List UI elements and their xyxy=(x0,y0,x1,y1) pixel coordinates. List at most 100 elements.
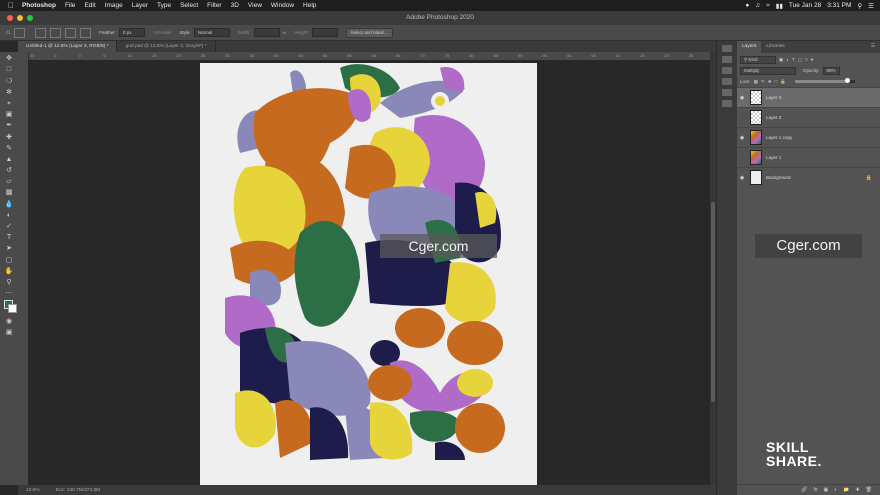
lasso-tool-icon[interactable]: ❍ xyxy=(3,77,15,86)
scrollbar-thumb[interactable] xyxy=(711,202,715,402)
filter-shape-icon[interactable]: ▢ xyxy=(798,57,802,63)
path-select-tool-icon[interactable]: ➤ xyxy=(3,244,15,253)
layer-name[interactable]: Layer 2 xyxy=(766,115,781,120)
tab-libraries[interactable]: Libraries xyxy=(761,41,789,53)
layer-name[interactable]: Layer 1 xyxy=(766,155,781,160)
home-icon[interactable]: ⌂ xyxy=(6,29,10,36)
layer-row-layer-3[interactable]: ◉ Layer 3 xyxy=(737,87,880,107)
menu-app[interactable]: Photoshop xyxy=(22,2,56,9)
add-selection-icon[interactable] xyxy=(50,27,62,38)
filter-pixel-icon[interactable]: ▣ xyxy=(779,57,783,63)
blur-tool-icon[interactable]: 💧 xyxy=(3,200,15,209)
delete-layer-icon[interactable]: 🗑 xyxy=(866,487,872,493)
eyedropper-tool-icon[interactable]: ✒ xyxy=(3,121,15,130)
brush-tool-icon[interactable]: ✎ xyxy=(3,144,15,153)
lock-transparency-icon[interactable]: ▩ xyxy=(754,79,758,85)
menu-type[interactable]: Type xyxy=(157,2,171,9)
visibility-eye-icon[interactable]: ◉ xyxy=(737,175,747,181)
menubar-time[interactable]: 3:31 PM xyxy=(827,2,851,9)
quick-select-tool-icon[interactable]: ✻ xyxy=(3,88,15,97)
battery-icon[interactable]: ▮▮ xyxy=(776,2,783,10)
opacity-slider[interactable] xyxy=(794,78,855,83)
menu-select[interactable]: Select xyxy=(180,2,198,9)
history-icon[interactable] xyxy=(722,45,732,52)
frame-tool-icon[interactable]: ▣ xyxy=(3,110,15,119)
fx-icon[interactable]: fx xyxy=(814,487,818,493)
eraser-tool-icon[interactable]: ▱ xyxy=(3,177,15,186)
menu-file[interactable]: File xyxy=(65,2,75,9)
color-swatches[interactable] xyxy=(3,300,17,314)
pen-tool-icon[interactable]: ✓ xyxy=(3,222,15,231)
properties-icon[interactable] xyxy=(722,56,732,63)
filter-type-icon[interactable]: T xyxy=(792,57,795,62)
link-layers-icon[interactable]: 🔗 xyxy=(801,487,807,493)
lock-all-icon[interactable]: 🔒 xyxy=(780,79,786,85)
width-input[interactable] xyxy=(253,28,280,37)
blend-mode-select[interactable]: Multiply xyxy=(740,66,796,75)
opacity-slider-knob[interactable] xyxy=(844,78,850,83)
panel-menu-icon[interactable]: ☰ xyxy=(871,41,880,53)
menu-window[interactable]: Window xyxy=(271,2,294,9)
menu-edit[interactable]: Edit xyxy=(84,2,95,9)
layer-name[interactable]: Background xyxy=(766,175,791,180)
new-layer-icon[interactable]: ✚ xyxy=(855,487,859,493)
select-and-mask-button[interactable]: Select and Mask... xyxy=(345,27,393,38)
add-mask-icon[interactable]: ▣ xyxy=(823,487,828,493)
type-tool-icon[interactable]: T xyxy=(3,233,15,242)
record-icon[interactable]: ● xyxy=(745,2,749,9)
dodge-tool-icon[interactable]: ◐ xyxy=(3,211,15,220)
filter-toggle-icon[interactable]: ● xyxy=(811,57,814,62)
menu-3d[interactable]: 3D xyxy=(231,2,239,9)
marquee-tool-preset[interactable] xyxy=(14,27,26,38)
menu-image[interactable]: Image xyxy=(105,2,123,9)
shape-tool-icon[interactable]: ▢ xyxy=(3,256,15,265)
screen-mode-icon[interactable]: ▣ xyxy=(3,328,15,337)
opacity-input[interactable]: 89% xyxy=(822,66,840,75)
filter-smart-icon[interactable]: □ xyxy=(805,57,808,62)
adjustments-icon[interactable] xyxy=(722,67,732,74)
document-canvas[interactable] xyxy=(200,63,537,487)
menu-view[interactable]: View xyxy=(248,2,262,9)
notification-icon[interactable]: ☰ xyxy=(868,2,874,10)
move-tool-icon[interactable]: ✥ xyxy=(3,54,15,63)
adjustment-layer-icon[interactable]: ◐ xyxy=(834,487,837,493)
menu-layer[interactable]: Layer xyxy=(132,2,148,9)
swap-icon[interactable]: ⇄ xyxy=(283,30,287,36)
style-select[interactable]: Normal xyxy=(193,28,230,37)
layer-row-layer-2[interactable]: Layer 2 xyxy=(737,107,880,127)
wifi-icon[interactable]: ≈ xyxy=(766,2,770,9)
layer-row-layer-1[interactable]: Layer 1 xyxy=(737,147,880,167)
brushes-icon[interactable] xyxy=(722,89,732,96)
tab-untitled-1[interactable]: Untitled-1 @ 12.5% (Layer 3, RGB/8) * xyxy=(18,41,118,52)
tab-graf[interactable]: graf.psd @ 12.5% (Layer 2, Gray/8*) * xyxy=(117,41,216,52)
layer-name[interactable]: Layer 1 copy xyxy=(766,135,792,140)
filter-adjust-icon[interactable]: ◐ xyxy=(786,57,789,62)
swatches-icon[interactable] xyxy=(722,78,732,85)
layer-row-background[interactable]: ◉ Background 🔒 xyxy=(737,167,880,187)
stamp-tool-icon[interactable]: ▲ xyxy=(3,155,15,164)
layer-row-layer-1-copy[interactable]: ◉ Layer 1 copy xyxy=(737,127,880,147)
gradient-tool-icon[interactable]: ▩ xyxy=(3,188,15,197)
subtract-selection-icon[interactable] xyxy=(65,27,77,38)
more-tools-icon[interactable]: ⋯ xyxy=(3,289,15,298)
healing-tool-icon[interactable]: ✚ xyxy=(3,133,15,142)
zoom-tool-icon[interactable]: ⚲ xyxy=(3,278,15,287)
layer-name[interactable]: Layer 3 xyxy=(766,95,781,100)
antialias-label[interactable]: Anti-alias xyxy=(153,30,172,35)
quick-mask-icon[interactable]: ◉ xyxy=(3,317,15,326)
background-color[interactable] xyxy=(8,304,17,314)
hand-tool-icon[interactable]: ✋ xyxy=(3,267,15,276)
height-input[interactable] xyxy=(311,28,338,37)
visibility-eye-icon[interactable]: ◉ xyxy=(737,95,747,101)
new-group-icon[interactable]: 📁 xyxy=(843,487,849,493)
doc-size[interactable]: Doc: 135.7M/374.3M xyxy=(56,488,101,493)
crop-tool-icon[interactable]: ⌖ xyxy=(3,99,15,108)
tab-layers[interactable]: Layers xyxy=(737,41,762,53)
spotlight-icon[interactable]: ⚲ xyxy=(857,2,862,10)
feather-input[interactable]: 0 px xyxy=(119,28,145,37)
marquee-tool-icon[interactable]: □ xyxy=(3,65,15,74)
apple-icon[interactable]:  xyxy=(8,1,16,10)
new-selection-icon[interactable] xyxy=(35,27,47,38)
volume-icon[interactable]: ♫ xyxy=(755,2,760,9)
history-brush-icon[interactable]: ↺ xyxy=(3,166,15,175)
